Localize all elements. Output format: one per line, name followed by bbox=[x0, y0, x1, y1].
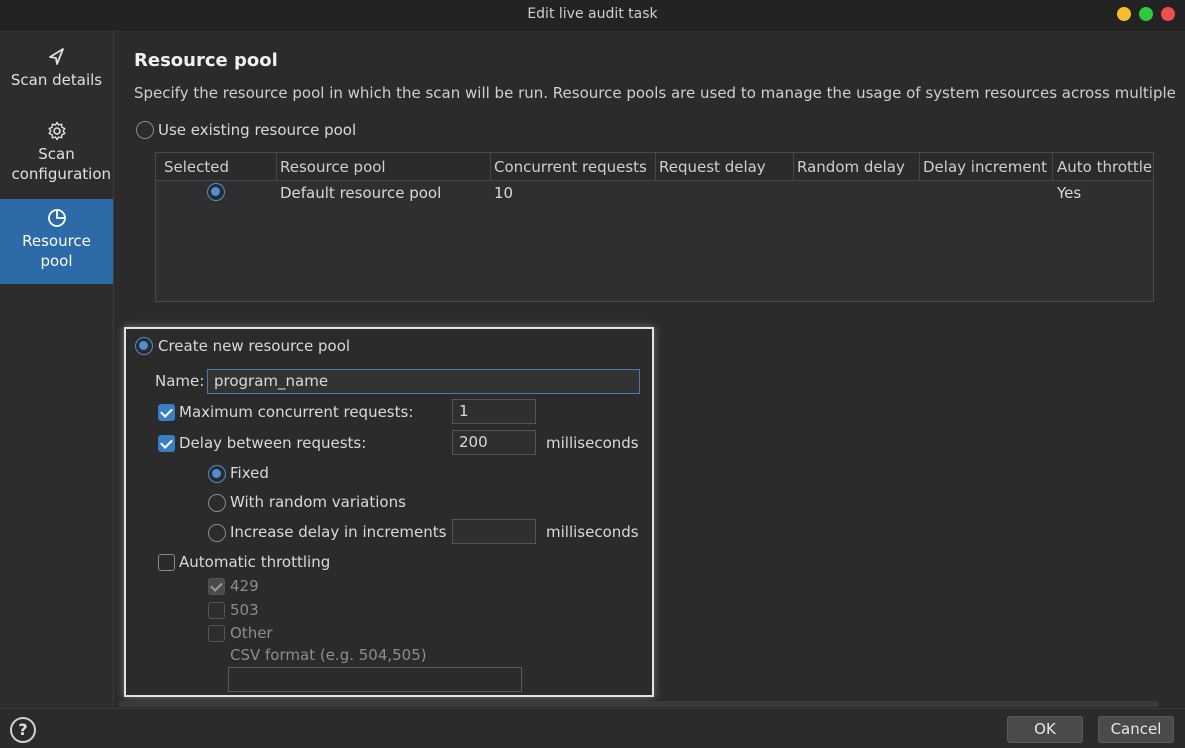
code-429-checkbox[interactable] bbox=[208, 578, 225, 595]
resource-pool-table: Selected Resource pool Concurrent reques… bbox=[155, 152, 1154, 302]
random-delay-radio[interactable] bbox=[208, 494, 226, 512]
title-bar: Edit live audit task bbox=[0, 0, 1185, 30]
window-title: Edit live audit task bbox=[527, 6, 658, 22]
gear-icon bbox=[48, 121, 65, 141]
sidebar-item-scan-configuration[interactable]: Scan configuration bbox=[0, 120, 113, 190]
minimize-button[interactable] bbox=[1117, 7, 1131, 21]
fixed-delay-radio[interactable] bbox=[208, 465, 226, 483]
resource-pool-cell: Default resource pool bbox=[280, 184, 442, 202]
sidebar: Scan details Scan configuration Resource… bbox=[0, 30, 114, 708]
column-header[interactable]: Selected bbox=[164, 158, 229, 176]
sidebar-item-label: Resource pool bbox=[22, 232, 91, 270]
table-header: Selected Resource pool Concurrent reques… bbox=[156, 153, 1153, 181]
column-header[interactable]: Concurrent requests bbox=[494, 158, 647, 176]
sidebar-item-label: Scan configuration bbox=[11, 145, 112, 183]
sidebar-item-resource-pool[interactable]: Resource pool bbox=[0, 199, 113, 284]
name-label: Name: bbox=[155, 372, 205, 390]
help-icon[interactable]: ? bbox=[10, 717, 36, 743]
code-other-checkbox[interactable] bbox=[208, 625, 225, 642]
sidebar-item-scan-details[interactable]: Scan details bbox=[0, 46, 113, 102]
row-selected-radio[interactable] bbox=[207, 183, 225, 201]
max-concurrent-input[interactable]: 1 bbox=[452, 399, 536, 424]
max-concurrent-label[interactable]: Maximum concurrent requests: bbox=[179, 403, 413, 421]
cancel-button[interactable]: Cancel bbox=[1098, 716, 1174, 743]
increment-delay-unit: milliseconds bbox=[546, 523, 639, 541]
auto-throttle-cell: Yes bbox=[1057, 184, 1082, 202]
auto-throttling-label[interactable]: Automatic throttling bbox=[179, 553, 330, 571]
increment-delay-radio[interactable] bbox=[208, 524, 226, 542]
column-header[interactable]: Resource pool bbox=[280, 158, 386, 176]
create-new-pool-section: Create new resource pool Name: program_n… bbox=[124, 327, 654, 697]
use-existing-pool-radio[interactable] bbox=[136, 121, 154, 139]
csv-format-label: CSV format (e.g. 504,505) bbox=[230, 646, 427, 664]
increment-delay-input[interactable] bbox=[452, 519, 536, 544]
create-new-pool-radio[interactable] bbox=[135, 337, 153, 355]
use-existing-pool-label[interactable]: Use existing resource pool bbox=[158, 121, 356, 139]
delay-label[interactable]: Delay between requests: bbox=[179, 434, 366, 452]
column-header[interactable]: Random delay bbox=[797, 158, 905, 176]
page-title: Resource pool bbox=[134, 50, 278, 71]
horizontal-scrollbar[interactable] bbox=[118, 701, 1159, 707]
fixed-delay-label[interactable]: Fixed bbox=[230, 464, 269, 482]
vertical-scrollbar[interactable] bbox=[1175, 30, 1185, 708]
code-429-label: 429 bbox=[230, 577, 259, 595]
create-new-pool-label[interactable]: Create new resource pool bbox=[158, 337, 350, 355]
close-button[interactable] bbox=[1161, 7, 1175, 21]
code-503-checkbox[interactable] bbox=[208, 602, 225, 619]
code-other-label: Other bbox=[230, 624, 273, 642]
delay-input[interactable]: 200 bbox=[452, 430, 536, 455]
page-description: Specify the resource pool in which the s… bbox=[134, 84, 1185, 102]
pie-chart-icon bbox=[47, 209, 66, 227]
ok-button[interactable]: OK bbox=[1007, 716, 1083, 743]
column-header[interactable]: Request delay bbox=[659, 158, 766, 176]
maximize-button[interactable] bbox=[1139, 7, 1153, 21]
paper-plane-icon bbox=[48, 48, 64, 65]
max-concurrent-checkbox[interactable] bbox=[158, 404, 175, 421]
sidebar-item-label: Scan details bbox=[10, 71, 103, 89]
column-header[interactable]: Auto throttle bbox=[1057, 158, 1152, 176]
code-503-label: 503 bbox=[230, 601, 259, 619]
delay-checkbox[interactable] bbox=[158, 435, 175, 452]
auto-throttling-checkbox[interactable] bbox=[158, 554, 175, 571]
concurrent-requests-cell: 10 bbox=[494, 184, 514, 202]
pool-name-input[interactable]: program_name bbox=[207, 369, 640, 394]
main-content: Resource pool Specify the resource pool … bbox=[114, 30, 1185, 708]
dialog-footer: ? OK Cancel bbox=[0, 708, 1185, 748]
delay-unit: milliseconds bbox=[546, 434, 639, 452]
column-header[interactable]: Delay increment bbox=[923, 158, 1047, 176]
increment-delay-label[interactable]: Increase delay in increments of bbox=[230, 523, 466, 541]
csv-format-input[interactable] bbox=[228, 667, 522, 692]
random-delay-label[interactable]: With random variations bbox=[230, 493, 406, 511]
